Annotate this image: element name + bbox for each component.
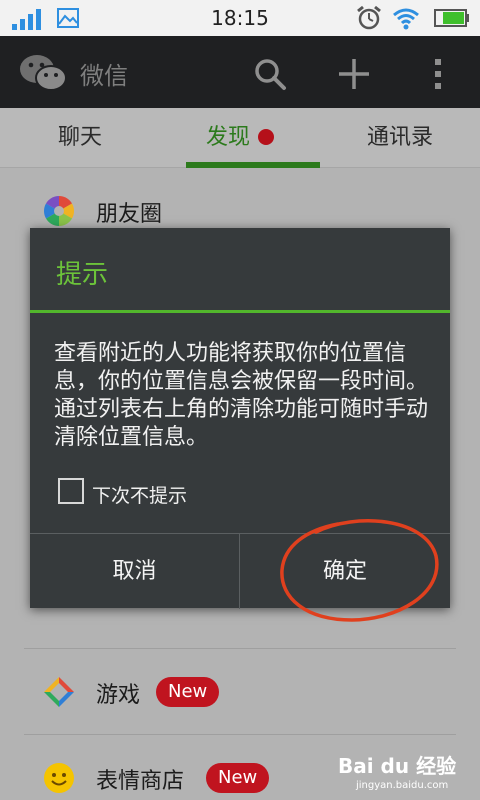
new-badge: New bbox=[156, 677, 220, 707]
tab-chats-label: 聊天 bbox=[57, 125, 102, 150]
cancel-button[interactable]: 取消 bbox=[30, 534, 240, 609]
dont-remind-checkbox[interactable] bbox=[58, 478, 84, 504]
dont-remind-label[interactable]: 下次不提示 bbox=[92, 481, 187, 508]
list-item-label: 游戏 bbox=[96, 683, 141, 708]
tab-chats[interactable]: 聊天 bbox=[0, 108, 160, 168]
search-icon[interactable] bbox=[252, 56, 288, 92]
tab-bar: 聊天 发现 通讯录 bbox=[0, 108, 480, 168]
red-circle-annotation bbox=[280, 519, 439, 622]
moments-icon bbox=[43, 196, 75, 226]
wifi-icon bbox=[393, 8, 419, 30]
app-title: 微信 bbox=[80, 62, 128, 90]
plus-icon[interactable] bbox=[336, 56, 372, 92]
list-item-games[interactable]: 游戏 New bbox=[24, 648, 456, 734]
sticker-icon bbox=[44, 763, 74, 793]
watermark-url: jingyan.baidu.com bbox=[356, 780, 449, 791]
more-icon[interactable] bbox=[426, 56, 450, 92]
dialog-title: 提示 bbox=[56, 260, 109, 290]
new-badge: New bbox=[206, 763, 270, 793]
dialog-message: 查看附近的人功能将获取你的位置信息，你的位置信息会被保留一段时间。通过列表右上角… bbox=[54, 341, 429, 450]
unread-dot bbox=[258, 129, 274, 145]
game-icon bbox=[44, 677, 74, 707]
list-item-label: 朋友圈 bbox=[96, 202, 163, 227]
alarm-icon bbox=[357, 5, 381, 30]
watermark-text: Bai du 经验 bbox=[338, 754, 457, 778]
list-item-label: 表情商店 bbox=[96, 769, 185, 794]
title-bar: 微信 bbox=[0, 36, 480, 108]
dialog-divider bbox=[30, 310, 450, 313]
tab-contacts[interactable]: 通讯录 bbox=[320, 108, 480, 168]
wechat-logo-icon bbox=[20, 55, 67, 91]
tab-discover-label: 发现 bbox=[205, 125, 250, 150]
status-bar: 18:15 bbox=[0, 0, 480, 36]
battery-icon bbox=[434, 9, 469, 27]
baidu-watermark: Bai du 经验 jingyan.baidu.com bbox=[338, 748, 476, 796]
tab-discover[interactable]: 发现 bbox=[160, 108, 320, 168]
tab-contacts-label: 通讯录 bbox=[366, 125, 433, 150]
